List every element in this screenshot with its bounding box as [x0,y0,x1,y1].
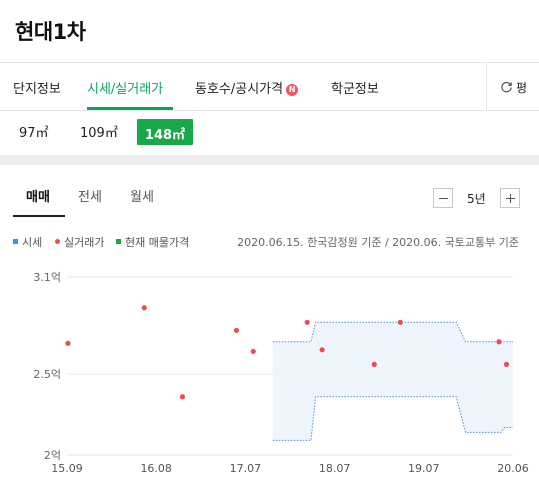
deal-tab-indicator [13,215,65,217]
tab-unit-price[interactable]: 동호수/공시가격 N [195,78,299,97]
transaction-point [179,394,186,400]
transaction-point [304,319,310,325]
price-chart: 3.1억 2.5억 2억15.09 16.08 17.07 18.07 19.07 20.06 [33,271,529,475]
deal-tab-sale[interactable]: 매매 [26,186,50,205]
legend-market-label: 시세 [22,236,43,249]
transaction-point [319,347,325,353]
legend-transaction-label: 실거래가 [64,236,105,249]
x-tick-label: 17.07 [230,462,262,475]
legend-listing-label: 현재 매물가격 [125,236,190,249]
legend-market: 시세 [13,234,42,250]
legend-listing-swatch [116,239,121,244]
legend-transaction: 실거래가 [55,234,104,250]
section-divider [0,155,539,165]
area-selector: 97㎡ 109㎡ 148㎡ [0,111,539,155]
deal-tab-monthly[interactable]: 월세 [130,186,154,205]
tab-price[interactable]: 시세/실거래가 [87,78,163,97]
period-label: 5년 [467,192,486,206]
period-plus-button[interactable] [500,188,520,208]
x-tick-label: 16.08 [140,462,172,475]
chart-legend: 시세 실거래가 현재 매물가격 2020.06.15. 한국감정원 기준 / 2… [0,232,539,250]
tab-active-indicator [87,107,173,110]
area-option-109[interactable]: 109㎡ [80,122,118,141]
period-minus-button[interactable] [433,188,453,208]
area-option-148[interactable]: 148㎡ [137,119,193,145]
y-tick-label: 2.5억 [33,368,61,381]
page-title: 현대1차 [15,20,86,44]
transaction-point [250,348,256,355]
transaction-point [233,327,240,333]
transaction-point [141,305,147,311]
new-badge: N [286,84,299,96]
unit-toggle-label: 평 [516,81,528,95]
deal-type-tabs: 매매 전세 월세 5년 [0,165,539,220]
title-bar: 현대1차 [0,0,539,63]
legend-source-note: 2020.06.15. 한국감정원 기준 / 2020.06. 국토교통부 기준 [237,236,519,249]
market-band-fill [272,322,513,441]
y-tick-label: 2억 [44,449,61,462]
transaction-point [503,361,510,367]
transaction-point [371,361,377,367]
refresh-icon [501,81,512,93]
x-tick-label: 20.06 [497,462,529,475]
x-tick-label: 18.07 [319,462,351,475]
legend-market-swatch [13,239,18,244]
main-tabs: 단지정보 시세/실거래가 동호수/공시가격 N 학군정보 평 [0,63,539,111]
tab-complex-info[interactable]: 단지정보 [13,78,61,97]
transaction-point [496,339,502,345]
tab-school[interactable]: 학군정보 [331,78,379,97]
transaction-point [65,340,71,346]
tab-unit-price-label: 동호수/공시가격 [195,82,284,97]
transaction-point [397,319,403,325]
y-tick-label: 3.1억 [33,271,61,284]
x-tick-label: 15.09 [51,462,83,475]
legend-listing: 현재 매물가격 [116,234,189,250]
x-tick-label: 19.07 [408,462,440,475]
area-option-97[interactable]: 97㎡ [19,122,49,141]
deal-tab-jeonse[interactable]: 전세 [78,186,102,205]
legend-transaction-swatch [55,239,60,244]
unit-toggle-button[interactable]: 평 [486,63,539,110]
